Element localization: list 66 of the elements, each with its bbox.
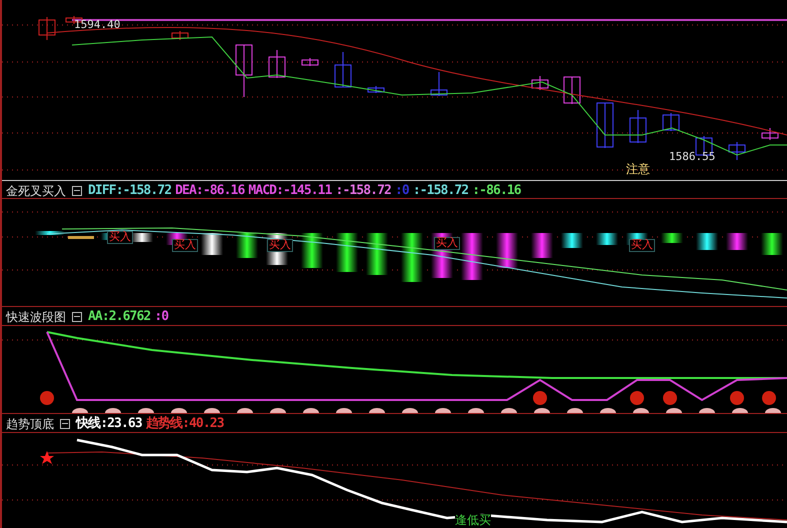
buy-signal-label: 买入 (434, 237, 460, 250)
signal-label: 注意 (626, 163, 650, 175)
histogram-bar (236, 233, 258, 258)
buy-signal-label: 买入 (172, 239, 198, 252)
candlestick (268, 50, 286, 78)
indicator-readout: :0 (154, 308, 168, 324)
indicator-readout: 趋势线:40.23 (146, 416, 224, 432)
indicator-readout: DIFF:-158.72 (88, 182, 172, 198)
indicator-readout: :-158.72 (412, 182, 468, 198)
star-icon (40, 451, 54, 464)
candlestick (762, 128, 778, 140)
indicator-readout: DEA:-86.16 (175, 182, 244, 198)
histogram-bar (301, 233, 323, 268)
buy-signal-label: 买入 (629, 239, 655, 252)
histogram-bar (336, 233, 358, 272)
indicator-title: 趋势顶底 (6, 416, 54, 432)
collapse-icon[interactable] (72, 312, 82, 322)
candlestick (430, 72, 448, 96)
candlestick (630, 110, 646, 144)
indicator-readout: AA:2.6762 (88, 308, 150, 324)
collapse-icon[interactable] (72, 186, 82, 196)
histogram-bar (201, 233, 223, 255)
signal-dot (40, 391, 54, 405)
indicator-readout: MACD:-145.11 (248, 182, 332, 198)
histogram-bar (461, 233, 483, 280)
histogram-bar (696, 233, 718, 250)
price-label: 1586.55 (669, 151, 716, 162)
indicator-title: 快速波段图 (6, 308, 66, 326)
candlestick (334, 52, 352, 88)
indicator-readout: :0 (394, 182, 409, 198)
signal-dot (533, 391, 547, 405)
candlestick (596, 102, 614, 148)
histogram-bar (68, 236, 94, 239)
indicator-readout: :-158.72 (336, 182, 391, 198)
histogram-bar (531, 233, 553, 258)
histogram-bar (401, 233, 423, 282)
histogram-bar (661, 233, 683, 243)
indicator-title: 金死叉买入 (6, 182, 66, 200)
histogram-bar (596, 233, 618, 245)
signal-dot (730, 391, 744, 405)
candlestick (532, 76, 548, 90)
histogram-bar (35, 231, 65, 235)
signal-dot (630, 391, 644, 405)
price-label: 1594.40 (74, 19, 120, 30)
candlestick (368, 86, 384, 94)
histogram-bar (131, 233, 153, 242)
candlestick (38, 16, 56, 40)
histogram-bar (561, 233, 583, 248)
candlestick (728, 142, 746, 160)
signal-dot (663, 391, 677, 405)
buy-signal-label: 买入 (267, 239, 293, 252)
histogram-bar (726, 233, 748, 250)
candlestick (236, 44, 252, 98)
candlestick (564, 76, 580, 104)
candlestick (172, 30, 188, 40)
indicator-readout: :-86.16 (472, 182, 521, 198)
buy-signal-label: 买入 (107, 231, 133, 244)
signal-label: 逢低买 (455, 514, 491, 526)
candlestick (662, 112, 680, 132)
candlestick (302, 58, 318, 66)
histogram-bar (761, 233, 783, 255)
signal-dot (762, 391, 776, 405)
histogram-bar (366, 233, 388, 275)
histogram-bar (496, 233, 518, 268)
collapse-icon[interactable] (60, 418, 70, 428)
indicator-readout: 快线:23.63 (76, 416, 142, 432)
